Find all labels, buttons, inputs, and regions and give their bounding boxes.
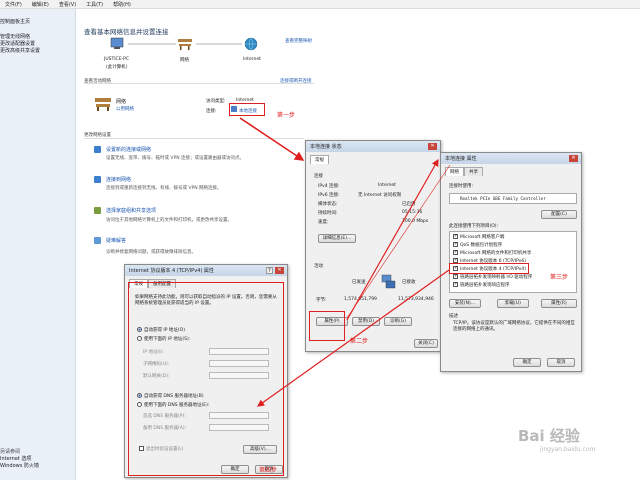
arrow-step2: [346, 164, 451, 319]
arrow-step2-b: [346, 158, 439, 321]
watermark-url: jingyan.baidu.com: [540, 446, 596, 453]
watermark-brand: Bai 经验: [518, 427, 580, 445]
arrow-step1: [239, 117, 305, 161]
arrow-step3: [257, 269, 450, 407]
annotation-arrows: [239, 117, 451, 407]
